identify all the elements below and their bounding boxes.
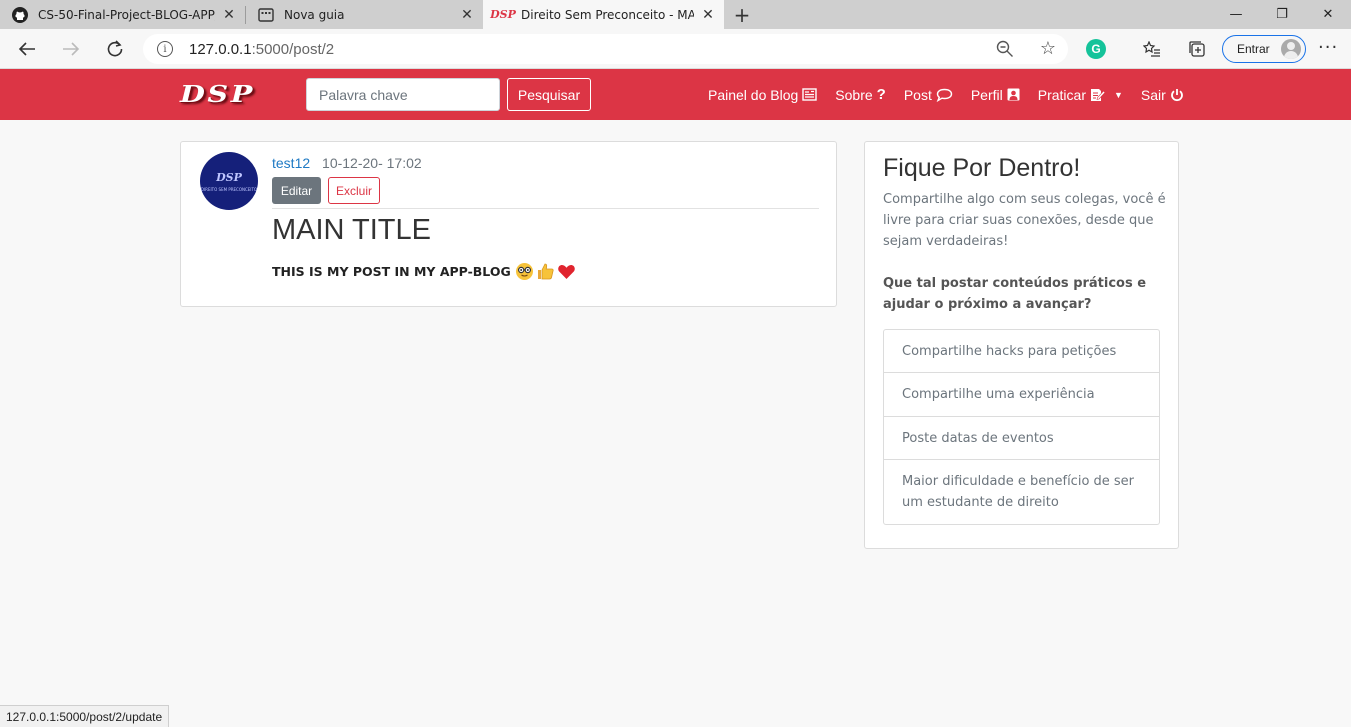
favorite-star-icon[interactable]: ☆ <box>1040 38 1056 59</box>
nav-link-label: Sobre <box>835 86 873 103</box>
nav-link-label: Sair <box>1140 86 1166 103</box>
zoom-icon[interactable] <box>996 40 1014 62</box>
close-icon[interactable]: ✕ <box>221 7 237 23</box>
nav-link-label: Praticar <box>1037 86 1086 103</box>
user-icon <box>1007 88 1020 101</box>
sign-in-label: Entrar <box>1237 42 1270 56</box>
new-tab-page-icon <box>258 7 274 23</box>
nav-link-perfil[interactable]: Perfil <box>971 87 1020 103</box>
divider <box>272 208 819 209</box>
edit-icon <box>1090 88 1106 102</box>
address-toolbar: i 127.0.0.1:5000/post/2 ☆ G Entrar ··· <box>0 29 1351 69</box>
minimize-icon[interactable]: — <box>1213 0 1259 29</box>
nav-link-sair[interactable]: Sair <box>1141 87 1184 103</box>
site-info-icon[interactable]: i <box>157 41 173 57</box>
site-logo[interactable]: DSP <box>180 81 255 108</box>
post-title: MAIN TITLE <box>272 214 431 246</box>
favorites-icon[interactable] <box>1142 39 1162 59</box>
tab-title: Direito Sem Preconceito - MAIN <box>521 7 694 22</box>
thumbs-up-emoji <box>536 262 555 281</box>
search-button[interactable]: Pesquisar <box>507 78 591 111</box>
nav-link-praticar[interactable]: Praticar ▼ <box>1038 87 1123 103</box>
post-body: THIS IS MY POST IN MY APP-BLOG <box>272 262 576 281</box>
nerd-face-emoji <box>515 262 534 281</box>
post-body-text: THIS IS MY POST IN MY APP-BLOG <box>272 264 511 279</box>
grammarly-icon[interactable]: G <box>1086 39 1106 59</box>
github-icon <box>12 6 28 23</box>
window-controls: — ❐ ✕ <box>1213 0 1351 29</box>
sidebar-question: Que tal postar conteúdos práticos e ajud… <box>883 276 1147 312</box>
close-icon[interactable]: ✕ <box>459 7 475 23</box>
site-navbar: DSP Palavra chave Pesquisar Painel do Bl… <box>0 69 1351 120</box>
url-text: 127.0.0.1:5000/post/2 <box>189 40 335 58</box>
post-meta: test12 10-12-20- 17:02 <box>272 155 422 171</box>
restore-icon[interactable]: ❐ <box>1259 0 1305 29</box>
post-card: DSP DIREITO SEM PRECONCEITO test12 10-12… <box>180 141 837 307</box>
caret-down-icon: ▼ <box>1113 89 1123 100</box>
new-tab-button[interactable]: + <box>728 0 756 29</box>
nav-link-sobre[interactable]: Sobre ? <box>835 86 886 103</box>
browser-tab-active[interactable]: DSP Direito Sem Preconceito - MAIN ✕ <box>483 0 724 29</box>
list-item[interactable]: Poste datas de eventos <box>884 417 1159 460</box>
author-avatar: DSP DIREITO SEM PRECONCEITO <box>200 152 258 210</box>
avatar-logo-text: DSP <box>216 170 242 184</box>
sidebar-card: Fique Por Dentro! Compartilhe algo com s… <box>864 141 1179 549</box>
collections-icon[interactable] <box>1187 39 1207 59</box>
post-date: 10-12-20- 17:02 <box>322 155 422 171</box>
red-heart-emoji <box>557 262 576 281</box>
forward-button[interactable] <box>49 31 93 67</box>
back-button[interactable] <box>5 31 49 67</box>
nav-links: Painel do Blog Sobre ? Post Perfil Prati… <box>708 69 1202 120</box>
power-icon <box>1170 88 1184 102</box>
edit-button[interactable]: Editar <box>272 177 321 204</box>
avatar-caption: DIREITO SEM PRECONCEITO <box>200 186 258 192</box>
url-bar[interactable]: i 127.0.0.1:5000/post/2 ☆ <box>143 34 1068 64</box>
nav-link-label: Painel do Blog <box>708 86 799 103</box>
search-input[interactable]: Palavra chave <box>306 78 500 111</box>
close-icon[interactable]: ✕ <box>700 7 716 23</box>
suggestion-list: Compartilhe hacks para petições Comparti… <box>883 329 1160 525</box>
question-icon: ? <box>876 86 886 103</box>
nav-link-post[interactable]: Post <box>904 87 953 103</box>
nav-link-painel[interactable]: Painel do Blog <box>708 87 817 103</box>
more-menu-icon[interactable]: ··· <box>1318 37 1338 58</box>
sign-in-button[interactable]: Entrar <box>1222 35 1306 63</box>
profile-avatar-icon <box>1281 39 1301 59</box>
tab-title: CS-50-Final-Project-BLOG-APP/a <box>38 7 215 22</box>
tab-title: Nova guia <box>284 7 345 22</box>
nav-link-label: Perfil <box>970 86 1003 103</box>
sidebar-text: Compartilhe algo com seus colegas, você … <box>883 192 1166 249</box>
list-item[interactable]: Compartilhe uma experiência <box>884 373 1159 417</box>
browser-tab-new[interactable]: Nova guia ✕ <box>246 0 483 29</box>
status-bar-url: 127.0.0.1:5000/post/2/update <box>0 705 170 727</box>
comment-icon <box>936 88 953 102</box>
browser-tab-bar: CS-50-Final-Project-BLOG-APP/a ✕ Nova gu… <box>0 0 1351 29</box>
list-item[interactable]: Maior dificuldade e benefício de ser um … <box>884 460 1159 524</box>
sidebar-title: Fique Por Dentro! <box>883 154 1081 182</box>
browser-tab-github[interactable]: CS-50-Final-Project-BLOG-APP/a ✕ <box>0 0 245 29</box>
list-item[interactable]: Compartilhe hacks para petições <box>884 330 1159 373</box>
refresh-button[interactable] <box>93 31 137 67</box>
delete-button[interactable]: Excluir <box>328 177 380 204</box>
dsp-favicon: DSP <box>490 8 516 21</box>
post-author-link[interactable]: test12 <box>272 155 310 171</box>
close-window-icon[interactable]: ✕ <box>1305 0 1351 29</box>
nav-link-label: Post <box>903 86 932 103</box>
newspaper-icon <box>802 88 817 101</box>
